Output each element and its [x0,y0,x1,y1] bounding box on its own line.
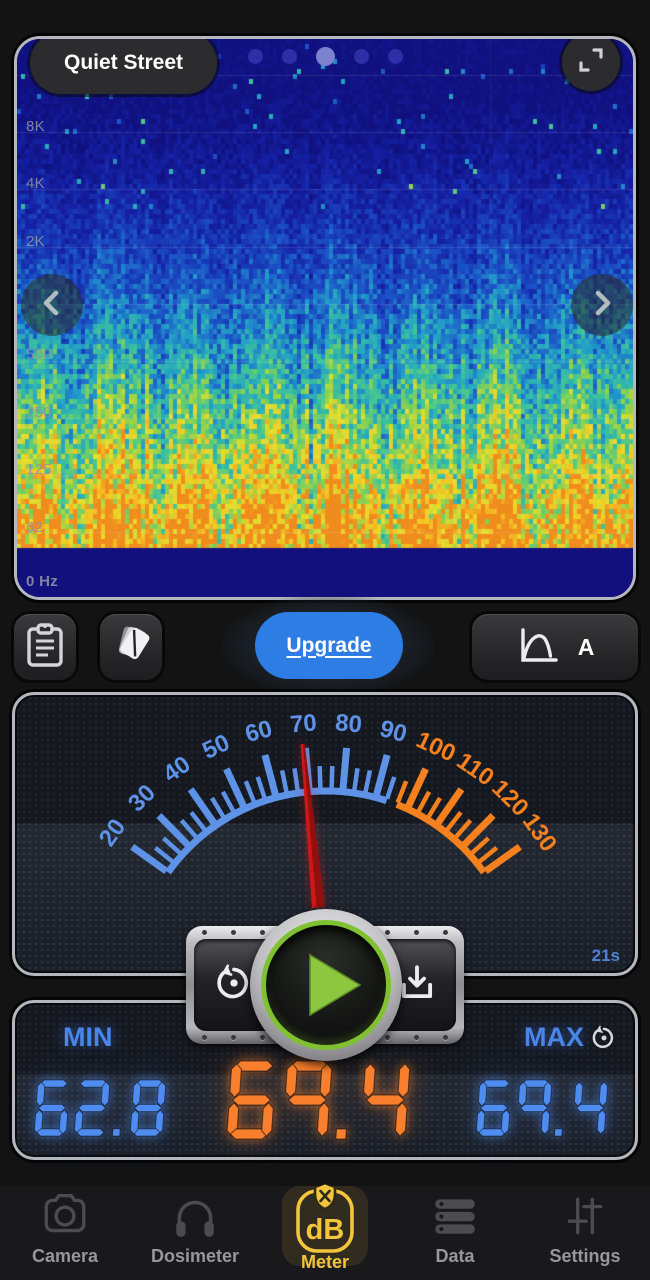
svg-text:60: 60 [242,715,275,748]
freq-label-250: 250 [26,404,52,421]
freq-label-4k: 4K [26,175,45,192]
app-screen: 8K 4K 2K 500 250 125 62 0 Hz Quiet Stree… [0,0,650,1280]
play-pause-button[interactable] [250,909,402,1061]
report-button[interactable] [14,614,76,680]
play-icon [304,951,366,1024]
svg-text:50: 50 [198,729,234,765]
svg-text:100: 100 [412,726,460,767]
save-icon [396,962,438,1009]
tab-camera[interactable]: Camera [0,1186,130,1280]
tab-meter[interactable]: dB Meter [260,1186,390,1280]
palette-cards-icon [108,622,154,673]
svg-text:20: 20 [94,814,131,851]
colormap-button[interactable] [100,614,162,680]
weighting-value: A [578,634,595,661]
preset-title: Quiet Street [64,51,183,75]
page-dot[interactable] [388,49,403,64]
page-dot[interactable] [248,49,263,64]
max-label-group: MAX [524,1022,619,1053]
chevron-left-icon [38,289,66,322]
freq-label-8k: 8K [26,118,45,135]
max-label: MAX [524,1022,584,1053]
min-label: MIN [63,1022,113,1053]
upgrade-label: Upgrade [286,634,371,658]
reset-max-icon[interactable] [589,1023,619,1053]
tab-dosimeter[interactable]: Dosimeter [130,1186,260,1280]
min-value-display [30,1079,178,1139]
upgrade-button[interactable]: Upgrade [255,612,403,679]
spectrogram-canvas[interactable] [17,39,633,597]
response-curve-icon [516,624,562,671]
next-page-button[interactable] [571,274,633,336]
max-value-display [472,1079,620,1139]
chevron-right-icon [588,289,616,322]
data-icon [430,1188,480,1244]
clipboard-icon [24,621,66,674]
active-tab-highlight [282,1186,368,1266]
elapsed-time: 21s [592,946,620,966]
expand-icon [574,43,608,82]
camera-icon [40,1188,90,1244]
svg-text:40: 40 [158,751,195,788]
tab-bar: Camera Dosimeter dB [0,1186,650,1280]
freq-label-500: 500 [26,346,52,363]
frequency-weighting-button[interactable]: A [472,614,638,680]
page-dot[interactable] [354,49,369,64]
freq-label-125: 125 [26,461,52,478]
freq-label-62: 62 [26,519,43,536]
svg-text:70: 70 [289,709,318,738]
spectrogram-panel: 8K 4K 2K 500 250 125 62 0 Hz Quiet Stree… [14,36,636,600]
freq-label-2k: 2K [26,233,45,250]
svg-text:30: 30 [123,779,161,817]
svg-text:130: 130 [517,809,562,857]
settings-icon [560,1188,610,1244]
svg-text:110: 110 [452,747,499,791]
svg-text:90: 90 [377,715,410,748]
prev-page-button[interactable] [21,274,83,336]
svg-text:80: 80 [334,709,363,738]
page-dot[interactable] [282,49,297,64]
freq-label-0hz: 0 Hz [26,573,58,590]
preset-title-pill[interactable]: Quiet Street [30,36,217,94]
tab-data[interactable]: Data [390,1186,520,1280]
headphones-icon [170,1188,220,1244]
current-value-display [224,1060,426,1142]
page-dot[interactable] [316,47,335,66]
tab-settings[interactable]: Settings [520,1186,650,1280]
svg-text:120: 120 [486,775,533,822]
